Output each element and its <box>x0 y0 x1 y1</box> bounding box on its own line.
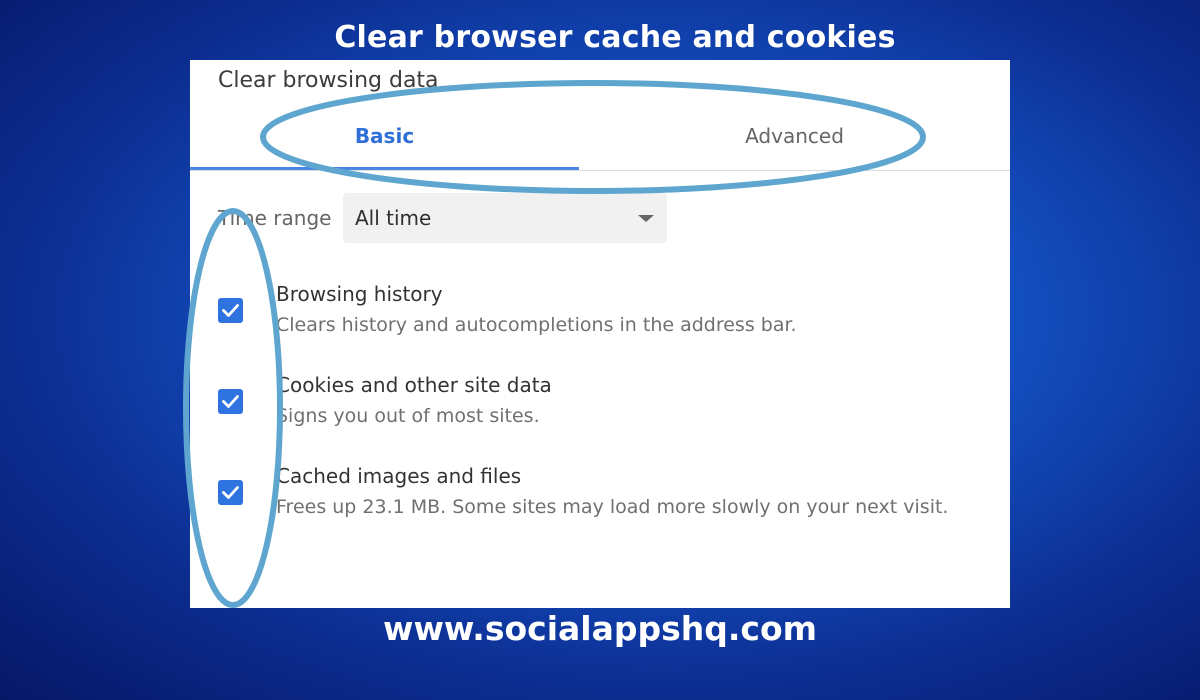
checkmark-icon <box>222 304 239 317</box>
dropdown-caret-icon <box>638 215 654 222</box>
tab-basic[interactable]: Basic <box>190 124 579 148</box>
option-description: Clears history and autocompletions in th… <box>276 314 797 336</box>
footer-url: www.socialappshq.com <box>382 609 818 648</box>
option-title: Cookies and other site data <box>276 373 552 397</box>
tab-divider <box>190 170 1010 171</box>
option-description: Signs you out of most sites. <box>276 405 540 427</box>
checkmark-icon <box>222 486 239 499</box>
time-range-label: Time range <box>218 206 332 230</box>
time-range-value: All time <box>355 206 432 230</box>
option-title: Cached images and files <box>276 464 522 488</box>
clear-browsing-data-dialog: Clear browsing data Basic Advanced Time … <box>190 60 1010 608</box>
browsing-history-checkbox[interactable] <box>218 298 243 323</box>
option-cached-images: Cached images and files Frees up 23.1 MB… <box>190 464 1010 544</box>
checkmark-icon <box>222 395 239 408</box>
tab-advanced[interactable]: Advanced <box>579 124 1010 148</box>
option-title: Browsing history <box>276 282 443 306</box>
time-range-select[interactable]: All time <box>343 193 667 243</box>
option-browsing-history: Browsing history Clears history and auto… <box>190 282 1010 362</box>
option-cookies: Cookies and other site data Signs you ou… <box>190 373 1010 453</box>
headline-title: Clear browser cache and cookies <box>334 20 896 55</box>
option-description: Frees up 23.1 MB. Some sites may load mo… <box>276 496 949 518</box>
dialog-title: Clear browsing data <box>218 68 439 93</box>
cookies-checkbox[interactable] <box>218 389 243 414</box>
cached-images-checkbox[interactable] <box>218 480 243 505</box>
